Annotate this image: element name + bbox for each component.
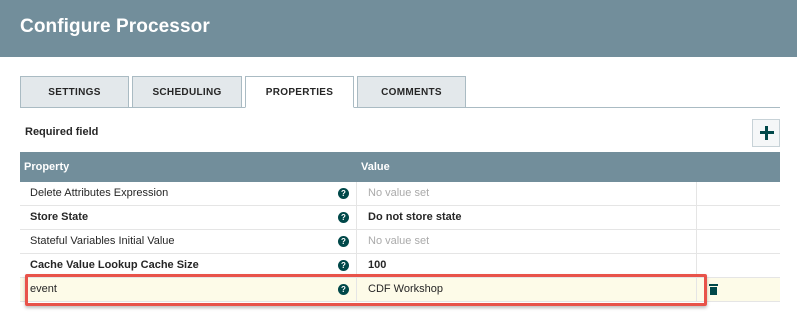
dialog-header: Configure Processor: [0, 0, 797, 57]
tab-comments[interactable]: COMMENTS: [357, 76, 466, 108]
property-name: Cache Value Lookup Cache Size: [20, 254, 357, 277]
help-icon[interactable]: ?: [338, 284, 349, 295]
row-actions: [697, 230, 780, 253]
help-icon[interactable]: ?: [338, 212, 349, 223]
table-row[interactable]: Store State ? Do not store state: [20, 206, 780, 230]
property-name: event: [20, 278, 357, 301]
tab-properties[interactable]: PROPERTIES: [245, 76, 354, 108]
help-icon[interactable]: ?: [338, 260, 349, 271]
table-row[interactable]: Delete Attributes Expression ? No value …: [20, 182, 780, 206]
property-name: Stateful Variables Initial Value: [20, 230, 357, 253]
properties-table: Property Value Delete Attributes Express…: [20, 152, 780, 302]
dialog-title: Configure Processor: [20, 16, 210, 37]
property-value[interactable]: CDF Workshop: [357, 278, 697, 301]
property-name: Delete Attributes Expression: [20, 182, 357, 205]
property-name: Store State: [20, 206, 357, 229]
trash-icon[interactable]: [709, 284, 718, 295]
column-header-value[interactable]: Value: [361, 161, 390, 173]
tab-settings[interactable]: SETTINGS: [20, 76, 129, 108]
property-value[interactable]: 100: [357, 254, 697, 277]
table-row[interactable]: Cache Value Lookup Cache Size ? 100: [20, 254, 780, 278]
add-property-button[interactable]: [752, 119, 780, 147]
table-header: Property Value: [20, 152, 780, 182]
row-actions: [697, 182, 780, 205]
row-actions: [697, 206, 780, 229]
column-header-property[interactable]: Property: [24, 161, 69, 173]
row-actions: [697, 278, 780, 301]
table-row[interactable]: Stateful Variables Initial Value ? No va…: [20, 230, 780, 254]
property-value[interactable]: Do not store state: [357, 206, 697, 229]
property-value[interactable]: No value set: [357, 230, 697, 253]
table-row-selected[interactable]: event ? CDF Workshop: [20, 278, 780, 302]
help-icon[interactable]: ?: [338, 236, 349, 247]
row-actions: [697, 254, 780, 277]
required-field-label: Required field: [25, 126, 99, 138]
property-value[interactable]: No value set: [357, 182, 697, 205]
tab-scheduling[interactable]: SCHEDULING: [132, 76, 242, 108]
help-icon[interactable]: ?: [338, 188, 349, 199]
